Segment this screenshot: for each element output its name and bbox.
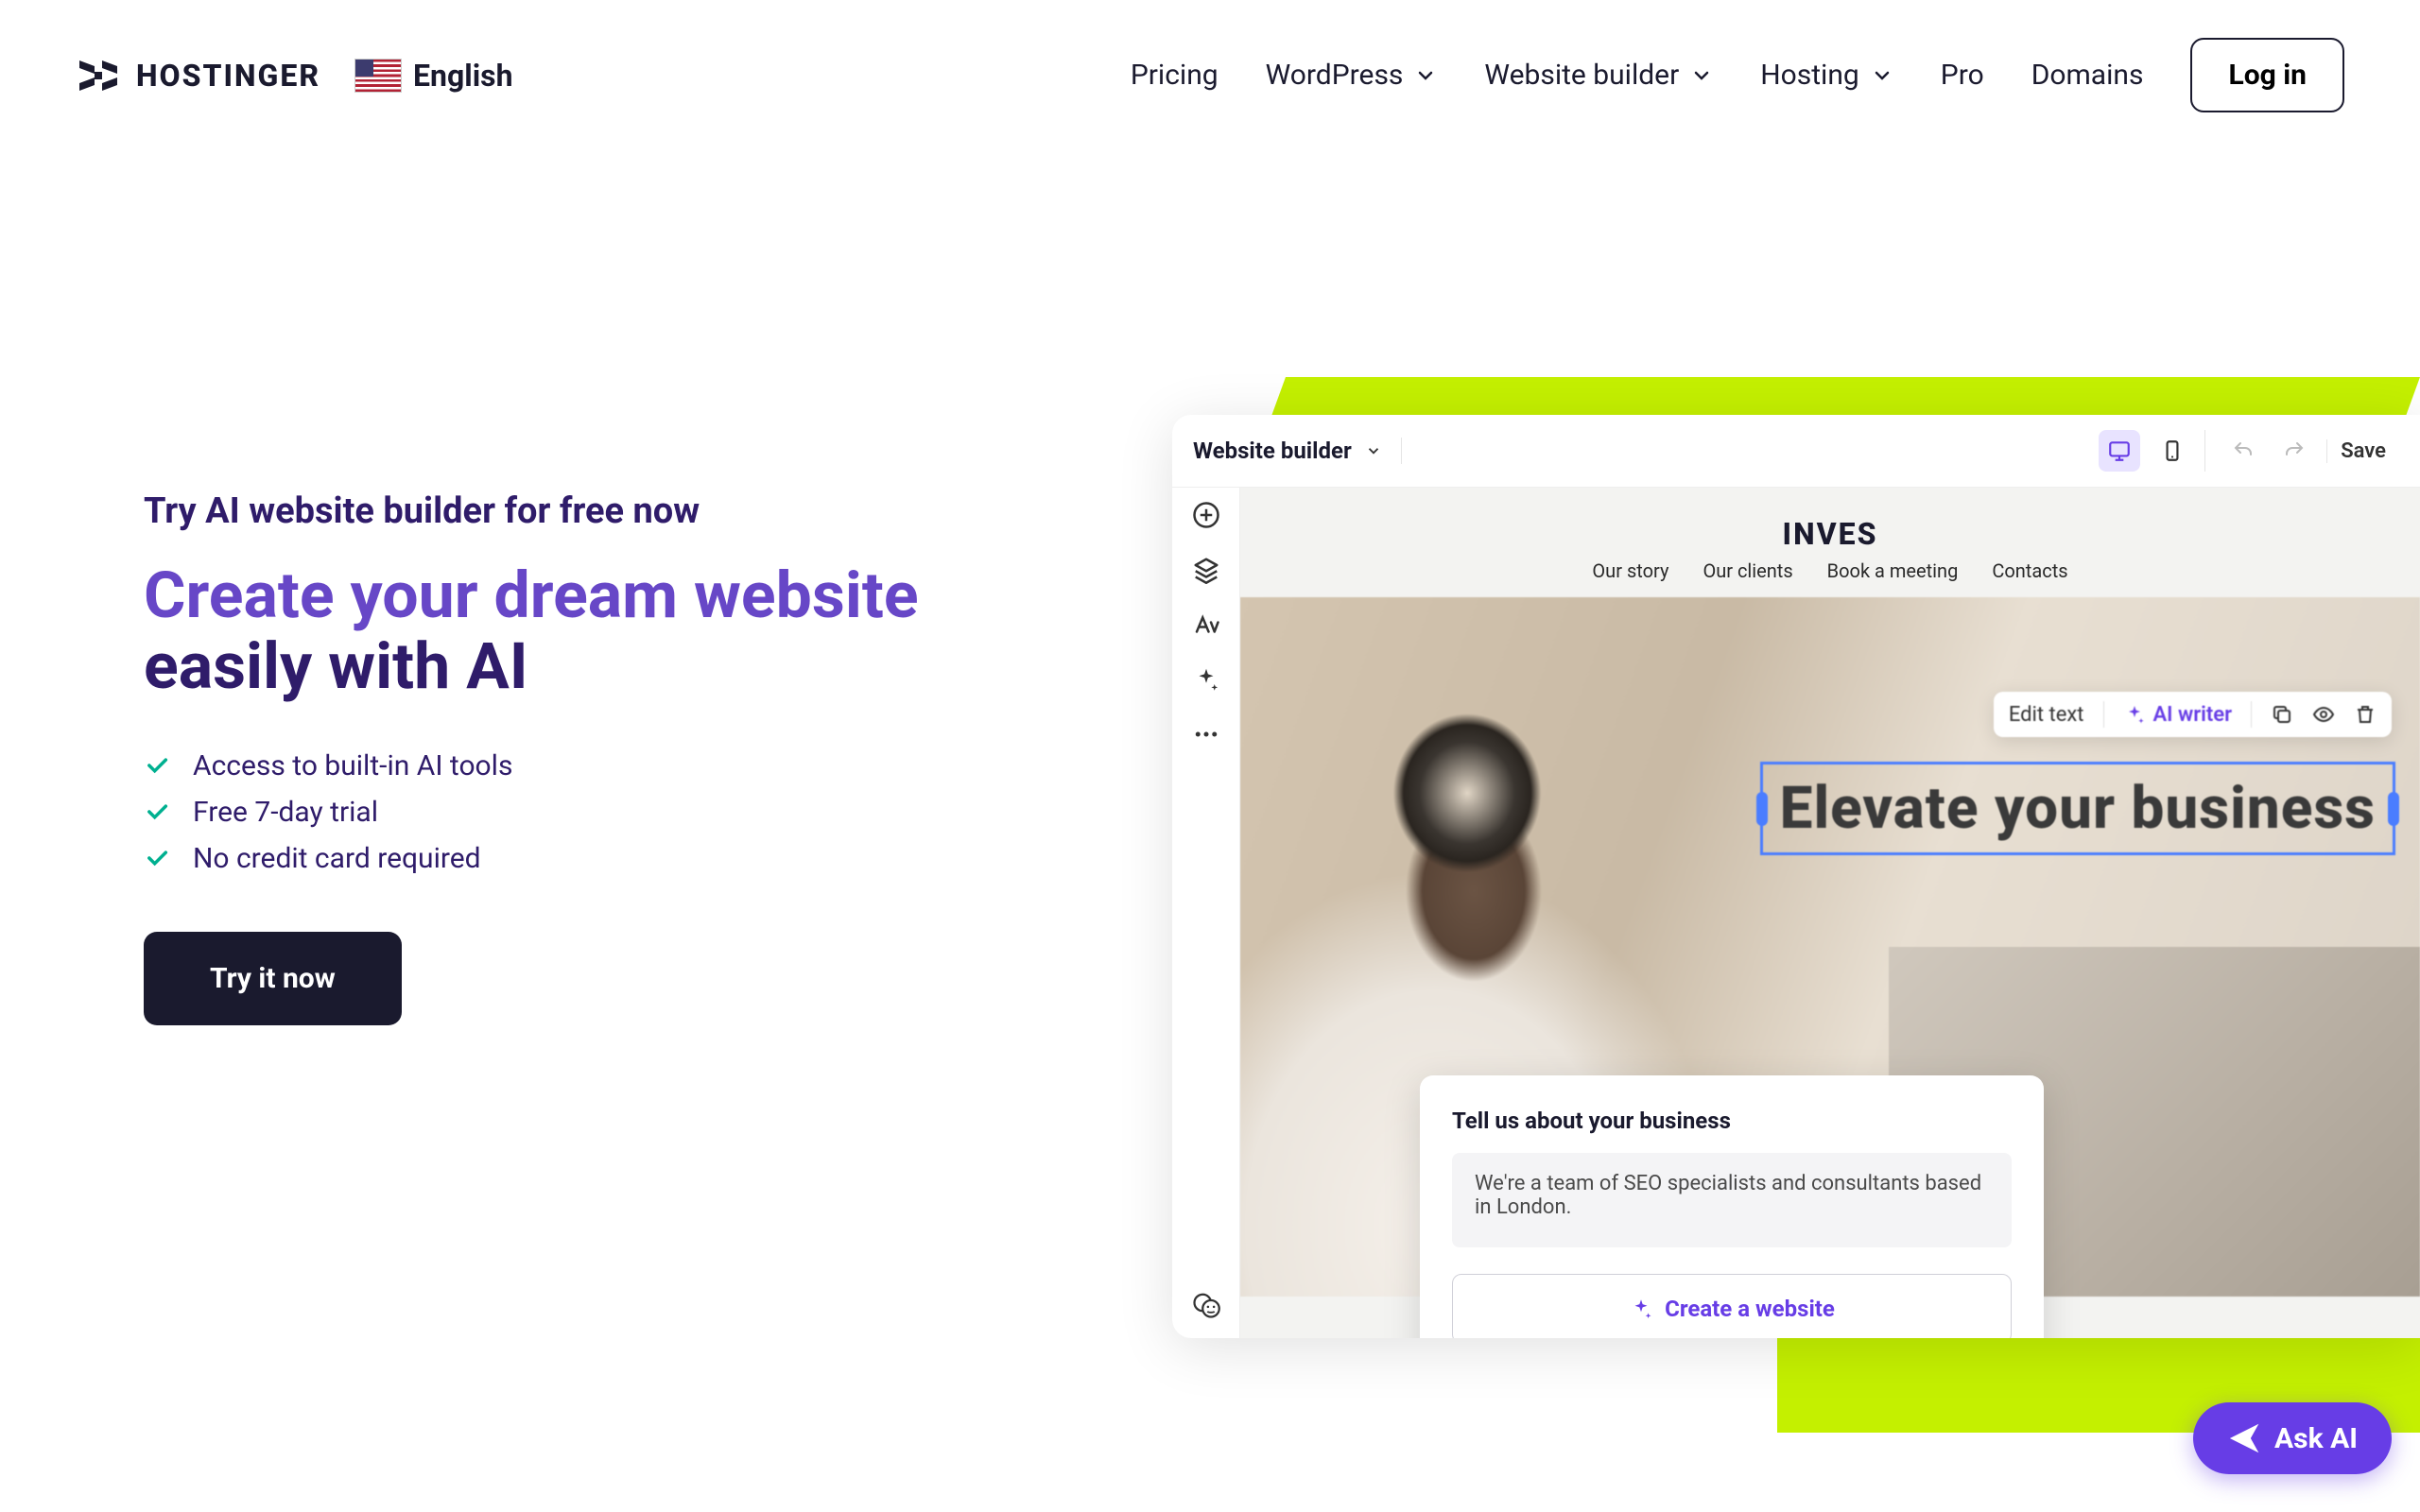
undo-button[interactable] <box>2222 430 2264 472</box>
benefit-item: Access to built-in AI tools <box>144 749 1089 782</box>
canvas-nav-item[interactable]: Contacts <box>1992 559 2067 582</box>
redo-button[interactable] <box>2273 430 2315 472</box>
ai-prompt-modal: Tell us about your business Create a web… <box>1420 1075 2044 1338</box>
ai-writer-button[interactable]: AI writer <box>2123 703 2233 727</box>
builder-toolbar: Website builder Save <box>1172 415 2420 488</box>
site-header: HOSTINGER English Pricing WordPress Webs… <box>0 0 2420 150</box>
nav-pro[interactable]: Pro <box>1941 59 1984 92</box>
canvas-nav-item[interactable]: Book a meeting <box>1827 559 1959 582</box>
more-icon[interactable] <box>1192 720 1220 748</box>
chevron-down-icon <box>1871 64 1893 87</box>
layers-icon[interactable] <box>1192 556 1220 584</box>
selected-heading[interactable]: Elevate your business <box>1760 762 2395 855</box>
benefits-list: Access to built-in AI tools Free 7-day t… <box>144 749 1089 875</box>
canvas-heading: Elevate your business <box>1780 774 2376 843</box>
nav-hosting[interactable]: Hosting <box>1760 59 1893 92</box>
nav-pricing[interactable]: Pricing <box>1131 59 1219 92</box>
desktop-icon <box>2107 438 2132 463</box>
chevron-down-icon <box>1414 64 1437 87</box>
benefit-item: Free 7-day trial <box>144 796 1089 829</box>
add-icon[interactable] <box>1192 501 1220 529</box>
logo-text: HOSTINGER <box>136 58 320 94</box>
check-icon <box>144 845 170 871</box>
send-icon <box>2227 1421 2261 1455</box>
nav-domains[interactable]: Domains <box>2031 59 2144 92</box>
canvas-nav-item[interactable]: Our clients <box>1703 559 1792 582</box>
check-icon <box>144 799 170 825</box>
language-selector[interactable]: English <box>354 58 513 94</box>
try-now-button[interactable]: Try it now <box>144 932 402 1025</box>
modal-title: Tell us about your business <box>1452 1108 2012 1134</box>
trash-icon[interactable] <box>2354 703 2377 726</box>
separator <box>2251 701 2252 728</box>
ask-ai-button[interactable]: Ask AI <box>2193 1402 2392 1474</box>
copy-icon[interactable] <box>2271 703 2293 726</box>
create-website-button[interactable]: Create a website <box>1452 1274 2012 1338</box>
separator <box>2103 701 2104 728</box>
undo-icon <box>2232 439 2255 462</box>
builder-preview: Website builder Save <box>1172 377 2420 1338</box>
hero-content: Try AI website builder for free now Crea… <box>144 150 1089 1025</box>
hero-section: Try AI website builder for free now Crea… <box>0 150 2420 1025</box>
language-label: English <box>413 58 513 94</box>
eye-icon[interactable] <box>2312 703 2335 726</box>
canvas-nav: Our story Our clients Book a meeting Con… <box>1240 559 2420 582</box>
builder-canvas[interactable]: INVES Our story Our clients Book a meeti… <box>1240 488 2420 1338</box>
canvas-nav-item[interactable]: Our story <box>1592 559 1668 582</box>
save-button[interactable]: Save <box>2326 439 2399 463</box>
typography-icon[interactable] <box>1192 610 1220 639</box>
sparkle-icon[interactable] <box>1192 665 1220 694</box>
header-left: HOSTINGER English <box>76 53 513 98</box>
desktop-view-button[interactable] <box>2099 430 2140 472</box>
benefit-item: No credit card required <box>144 842 1089 875</box>
sparkle-icon <box>2123 703 2146 726</box>
hero-headline: Create your dream website easily with AI <box>144 560 1089 702</box>
hero-eyebrow: Try AI website builder for free now <box>144 490 1089 532</box>
sparkle-icon <box>1629 1297 1653 1321</box>
mobile-icon <box>2160 438 2185 463</box>
resize-handle-left[interactable] <box>1756 792 1768 826</box>
chevron-down-icon <box>1690 64 1713 87</box>
logo-icon <box>76 53 121 98</box>
builder-sidebar <box>1172 488 1240 1338</box>
text-edit-toolbar: Edit text AI writer <box>1994 692 2392 737</box>
canvas-brand: INVES <box>1240 516 2420 552</box>
mobile-view-button[interactable] <box>2152 430 2193 472</box>
builder-body: INVES Our story Our clients Book a meeti… <box>1172 488 2420 1338</box>
check-icon <box>144 752 170 779</box>
chevron-down-icon <box>1365 442 1382 459</box>
builder-title-dropdown[interactable]: Website builder <box>1193 438 1402 464</box>
edit-text-button[interactable]: Edit text <box>2009 703 2084 727</box>
builder-window: Website builder Save <box>1172 415 2420 1338</box>
builder-tools: Save <box>2099 430 2399 472</box>
canvas-site-header: INVES Our story Our clients Book a meeti… <box>1240 488 2420 597</box>
flag-icon <box>354 59 402 93</box>
emoji-icon[interactable] <box>1192 1291 1220 1319</box>
headline-accent: Create your dream website <box>144 558 919 633</box>
header-nav: Pricing WordPress Website builder Hostin… <box>1131 38 2344 112</box>
login-button[interactable]: Log in <box>2190 38 2344 112</box>
headline-rest: easily with AI <box>144 628 528 704</box>
nav-wordpress[interactable]: WordPress <box>1266 59 1438 92</box>
business-input[interactable] <box>1452 1153 2012 1247</box>
nav-website-builder[interactable]: Website builder <box>1484 59 1713 92</box>
logo[interactable]: HOSTINGER <box>76 53 320 98</box>
resize-handle-right[interactable] <box>2388 792 2399 826</box>
redo-icon <box>2283 439 2306 462</box>
